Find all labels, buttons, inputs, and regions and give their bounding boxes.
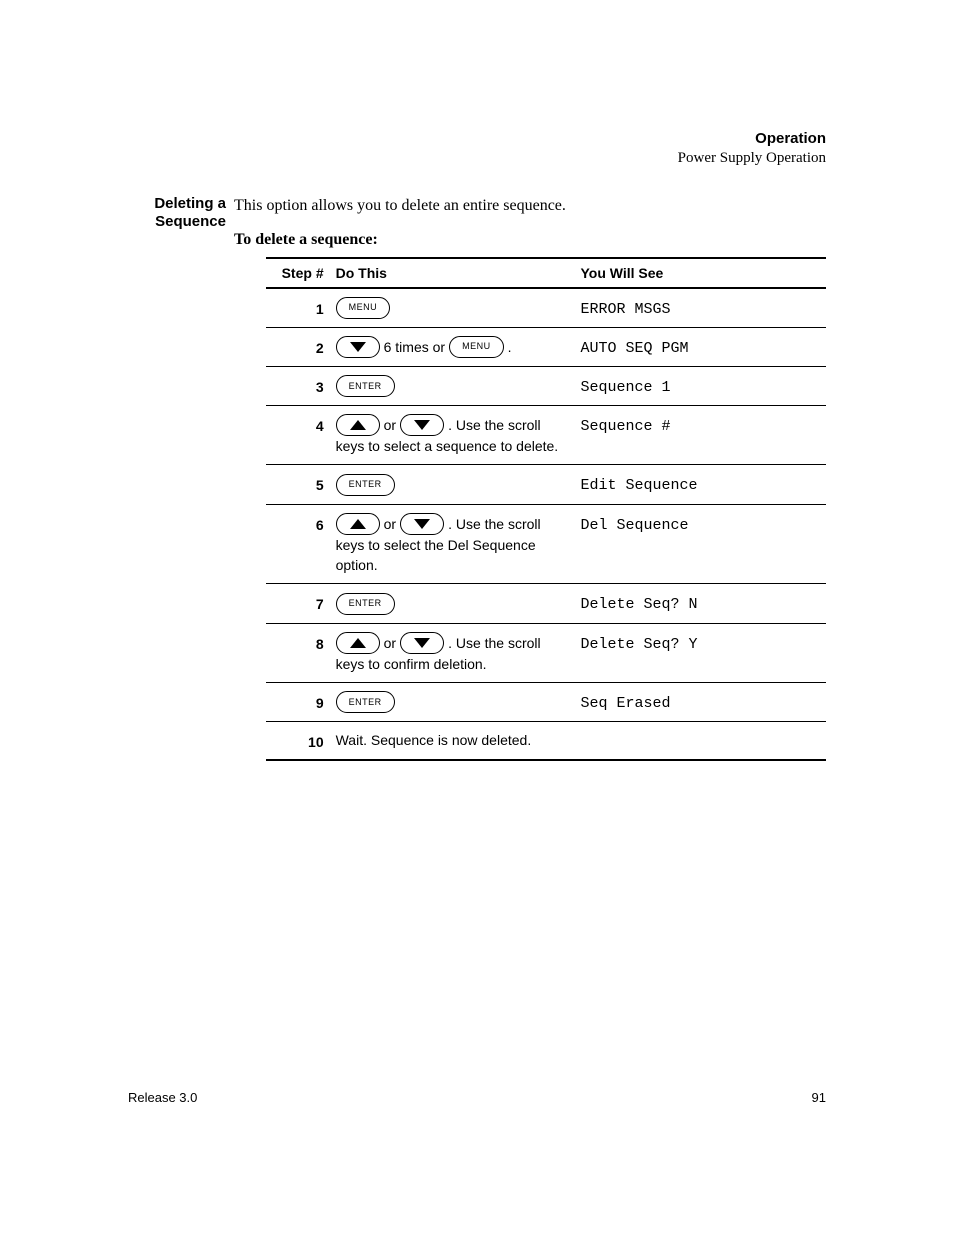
steps-table: Step # Do This You Will See 1 MENU ERROR… [266,257,826,761]
step-text: or [384,633,396,653]
step-number: 1 [266,288,336,328]
step-text: option. [336,555,573,575]
col-step: Step # [266,258,336,288]
table-row: 9 ENTER Seq Erased [266,682,826,721]
intro-text: This option allows you to delete an enti… [234,195,826,217]
table-header-row: Step # Do This You Will See [266,258,826,288]
step-do: ENTER [336,682,581,721]
down-key [400,513,444,535]
step-number: 6 [266,504,336,584]
step-text: . Use the scroll [448,633,541,653]
up-key [336,414,380,436]
step-number: 9 [266,682,336,721]
header-subsection: Power Supply Operation [678,149,826,168]
step-see: Edit Sequence [580,465,826,504]
down-key [400,414,444,436]
step-text: or [384,514,396,534]
col-see: You Will See [580,258,826,288]
margin-title-line2: Sequence [155,213,226,230]
margin-title: Deleting a Sequence [128,195,226,231]
step-number: 5 [266,465,336,504]
enter-key-label: ENTER [349,478,382,491]
step-do: ENTER [336,465,581,504]
enter-key: ENTER [336,474,395,496]
step-see: Sequence # [580,406,826,465]
step-text: keys to select the Del Sequence [336,535,573,555]
enter-key: ENTER [336,375,395,397]
up-key [336,632,380,654]
body: This option allows you to delete an enti… [234,195,826,761]
down-key [336,336,380,358]
step-number: 4 [266,406,336,465]
table-row: 2 6 times or MENU . [266,327,826,366]
chevron-down-icon [414,519,430,529]
step-see: AUTO SEQ PGM [580,327,826,366]
chevron-down-icon [414,420,430,430]
enter-key: ENTER [336,593,395,615]
menu-key: MENU [336,297,391,319]
page: Operation Power Supply Operation Deletin… [0,0,954,1235]
step-see [580,722,826,760]
page-footer: Release 3.0 91 [128,1090,826,1105]
step-number: 2 [266,327,336,366]
step-text: keys to confirm deletion. [336,654,573,674]
table-row: 1 MENU ERROR MSGS [266,288,826,328]
step-do: MENU [336,288,581,328]
margin-title-line1: Deleting a [154,195,226,212]
step-do: or . Use the scroll keys to select the D… [336,504,581,584]
step-number: 7 [266,584,336,623]
step-text: . [508,337,512,357]
footer-page-number: 91 [812,1090,826,1105]
step-text: . Use the scroll [448,415,541,435]
step-do: Wait. Sequence is now deleted. [336,722,581,760]
enter-key-label: ENTER [349,597,382,610]
header-section: Operation [678,130,826,149]
step-do: or . Use the scroll keys to select a seq… [336,406,581,465]
chevron-up-icon [350,638,366,648]
chevron-down-icon [414,638,430,648]
step-see: ERROR MSGS [580,288,826,328]
table-row: 6 or . Use the scroll keys [266,504,826,584]
step-number: 8 [266,623,336,682]
table-row: 5 ENTER Edit Sequence [266,465,826,504]
step-see: Delete Seq? N [580,584,826,623]
menu-key-label: MENU [349,301,378,314]
step-number: 10 [266,722,336,760]
step-see: Delete Seq? Y [580,623,826,682]
up-key [336,513,380,535]
step-text: or [384,415,396,435]
enter-key-label: ENTER [349,696,382,709]
step-text: Wait. Sequence is now deleted. [336,732,532,748]
table-row: 3 ENTER Sequence 1 [266,366,826,405]
footer-release: Release 3.0 [128,1090,197,1105]
step-see: Sequence 1 [580,366,826,405]
lead-text: To delete a sequence: [234,231,826,249]
step-text: keys to select a sequence to delete. [336,436,573,456]
step-do: ENTER [336,366,581,405]
table-row: 10 Wait. Sequence is now deleted. [266,722,826,760]
table-row: 7 ENTER Delete Seq? N [266,584,826,623]
table-row: 8 or . Use the scroll keys [266,623,826,682]
step-see: Seq Erased [580,682,826,721]
page-header: Operation Power Supply Operation [678,130,826,168]
step-text: 6 times or [384,337,445,357]
enter-key-label: ENTER [349,380,382,393]
down-key [400,632,444,654]
step-do: ENTER [336,584,581,623]
chevron-down-icon [350,342,366,352]
step-text: . Use the scroll [448,514,541,534]
menu-key: MENU [449,336,504,358]
col-do: Do This [336,258,581,288]
step-see: Del Sequence [580,504,826,584]
enter-key: ENTER [336,691,395,713]
chevron-up-icon [350,519,366,529]
step-do: 6 times or MENU . [336,327,581,366]
table-row: 4 or . Use the scroll keys [266,406,826,465]
step-do: or . Use the scroll keys to confirm dele… [336,623,581,682]
menu-key-label: MENU [462,340,491,353]
step-number: 3 [266,366,336,405]
chevron-up-icon [350,420,366,430]
